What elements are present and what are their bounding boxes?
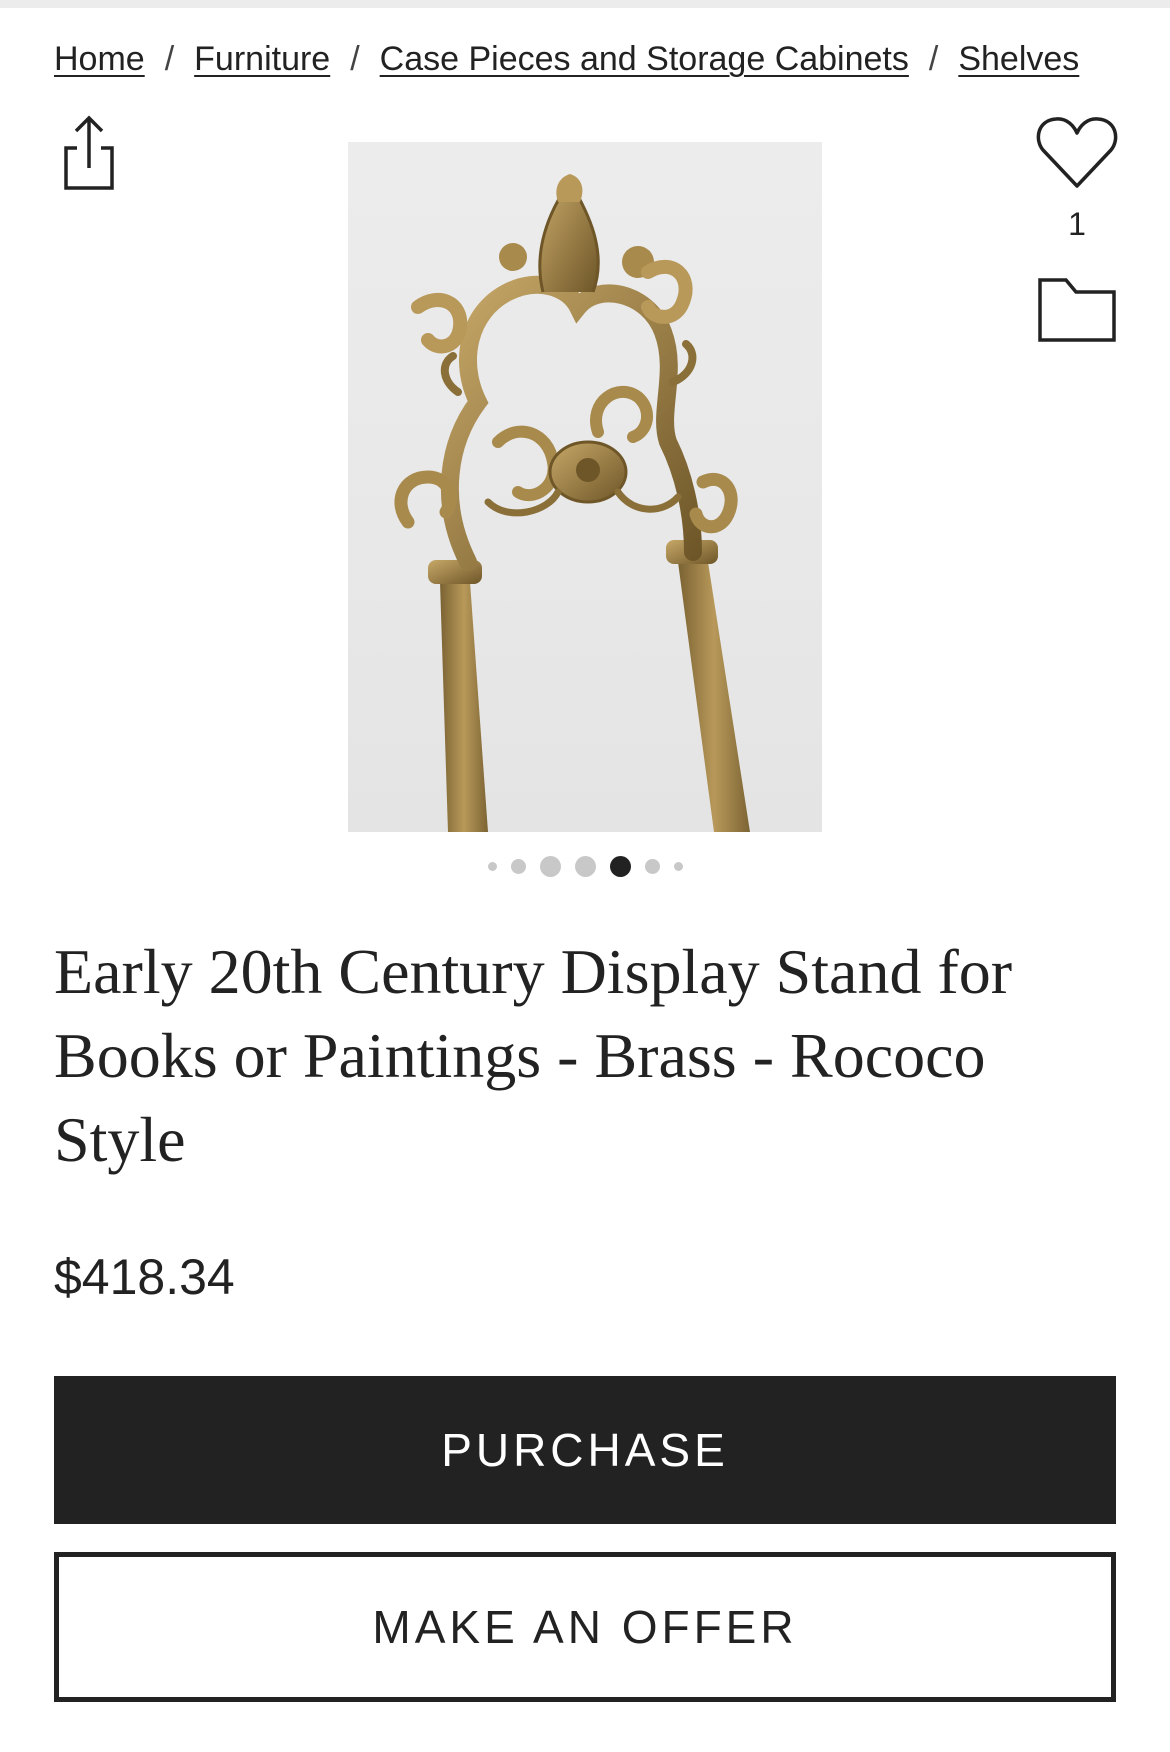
carousel-dot[interactable] [510, 859, 526, 874]
carousel-dot[interactable] [574, 856, 596, 877]
favorite-count: 1 [1068, 206, 1086, 242]
breadcrumb-home[interactable]: Home [54, 40, 145, 79]
carousel-dot[interactable] [644, 859, 660, 874]
make-an-offer-button[interactable]: MAKE AN OFFER [54, 1552, 1116, 1702]
share-button[interactable] [58, 112, 120, 192]
carousel-dot[interactable] [487, 862, 497, 871]
purchase-button[interactable]: PURCHASE [54, 1376, 1116, 1524]
top-edge-strip [0, 0, 1170, 8]
breadcrumb-furniture[interactable]: Furniture [194, 40, 330, 79]
product-image[interactable] [348, 142, 822, 832]
product-title: Early 20th Century Display Stand for Boo… [54, 936, 1013, 1175]
breadcrumb-separator: / [928, 40, 939, 78]
carousel-dot[interactable] [673, 862, 683, 871]
breadcrumb-separator: / [350, 40, 360, 78]
brass-easel-illustration [394, 174, 750, 832]
breadcrumb: Home / Furniture / Case Pieces and Stora… [54, 40, 1124, 79]
heart-icon [1036, 117, 1118, 188]
carousel-dot-active[interactable] [609, 856, 631, 877]
image-carousel-dots [0, 856, 1170, 877]
breadcrumb-case-pieces[interactable]: Case Pieces and Storage Cabinets [380, 40, 909, 79]
add-to-folder-button[interactable] [1036, 272, 1118, 344]
product-price: $418.34 [54, 1249, 235, 1305]
carousel-dot[interactable] [539, 856, 561, 877]
breadcrumb-separator: / [164, 40, 175, 78]
share-icon [64, 115, 114, 190]
folder-icon [1038, 278, 1116, 342]
breadcrumb-shelves[interactable]: Shelves [958, 40, 1079, 79]
favorite-button[interactable] [1036, 112, 1118, 192]
